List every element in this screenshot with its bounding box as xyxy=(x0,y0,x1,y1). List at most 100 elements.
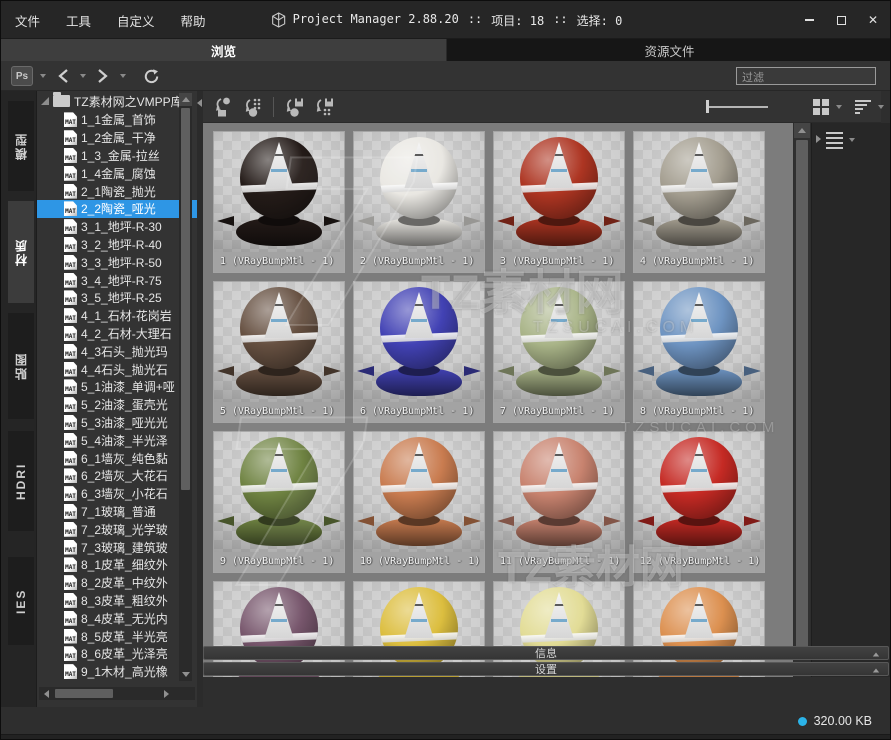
expand-triangle-icon[interactable] xyxy=(41,97,49,105)
tree-item[interactable]: MAT 8_5皮革_半光亮 xyxy=(37,627,197,645)
tree-item[interactable]: MAT 8_2皮革_中纹外 xyxy=(37,574,197,592)
material-thumbnail[interactable]: 6 (VRayBumpMtl - 1) xyxy=(353,281,485,423)
tree-item[interactable]: MAT 2_2陶瓷_哑光 xyxy=(37,199,197,218)
photoshop-dropdown-icon[interactable] xyxy=(40,74,46,78)
scroll-up-button[interactable] xyxy=(794,123,810,138)
tree-item[interactable]: MAT 5_4油漆_半光泽 xyxy=(37,431,197,449)
material-thumbnail[interactable]: 11 (VRayBumpMtl - 1) xyxy=(493,431,625,573)
pick-material-icon[interactable] xyxy=(241,95,265,119)
tree-item[interactable]: MAT 8_4皮革_无光内 xyxy=(37,609,197,627)
tree-item-label: 8_1皮革_细纹外 xyxy=(81,558,168,573)
tree-item[interactable]: MAT 5_1油漆_单调+哑 xyxy=(37,378,197,396)
tree-item[interactable]: MAT 6_2墙灰_大花石 xyxy=(37,467,197,485)
scroll-left-button[interactable] xyxy=(41,689,52,698)
side-tab-ies[interactable]: IES xyxy=(8,557,34,645)
scroll-up-button[interactable] xyxy=(179,93,192,106)
doc-tabbar: 浏览 资源文件 xyxy=(1,39,890,61)
sort-button[interactable] xyxy=(851,95,875,119)
tree-item[interactable]: MAT 8_1皮革_细纹外 xyxy=(37,556,197,574)
side-tab-maps[interactable]: 贴图 xyxy=(8,313,34,419)
material-thumbnail[interactable]: 7 (VRayBumpMtl - 1) xyxy=(493,281,625,423)
doc-tab[interactable]: 浏览 xyxy=(1,39,446,61)
menu-item[interactable]: 文件 xyxy=(15,11,40,30)
material-thumbnail[interactable]: 9 (VRayBumpMtl - 1) xyxy=(213,431,345,573)
tree-item[interactable]: MAT 4_4石头_抛光石 xyxy=(37,360,197,378)
tree-item[interactable]: MAT 3_3_地坪-R-50 xyxy=(37,253,197,271)
filter-input[interactable] xyxy=(737,70,875,86)
side-tab-model[interactable]: 模型 xyxy=(8,101,34,191)
forward-button[interactable] xyxy=(93,65,113,87)
doc-tab[interactable]: 资源文件 xyxy=(446,39,890,61)
maximize-button[interactable] xyxy=(830,10,852,30)
tree-item[interactable]: MAT 3_2_地坪-R-40 xyxy=(37,236,197,254)
material-sphere xyxy=(240,137,318,219)
tree-item[interactable]: MAT 5_3油漆_哑光光 xyxy=(37,414,197,432)
tree-item[interactable]: MAT 7_1玻璃_普通 xyxy=(37,503,197,521)
tree-item[interactable]: MAT 3_1_地坪-R-30 xyxy=(37,218,197,236)
grid-view-button[interactable] xyxy=(809,95,833,119)
scroll-thumb[interactable] xyxy=(796,140,808,652)
minimize-button[interactable] xyxy=(798,10,820,30)
material-thumbnail[interactable]: 1 (VRayBumpMtl - 1) xyxy=(213,131,345,273)
material-thumbnail[interactable]: 10 (VRayBumpMtl - 1) xyxy=(353,431,485,573)
menu-item[interactable]: 帮助 xyxy=(181,11,206,30)
tree-item[interactable]: MAT 8_6皮革_光泽亮 xyxy=(37,645,197,663)
tree-item[interactable]: MAT 3_5_地坪-R-25 xyxy=(37,289,197,307)
get-material-icon[interactable] xyxy=(211,95,235,119)
grid-view-dropdown-icon[interactable] xyxy=(836,105,842,109)
tree-item[interactable]: MAT 6_3墙灰_小花石 xyxy=(37,485,197,503)
photoshop-button[interactable]: Ps xyxy=(11,66,33,86)
refresh-button[interactable] xyxy=(141,65,161,87)
tree-item[interactable]: MAT 4_2_石材-大理石 xyxy=(37,325,197,343)
forward-dropdown-icon[interactable] xyxy=(120,74,126,78)
menu-item[interactable]: 工具 xyxy=(66,11,91,30)
tree-item[interactable]: MAT 4_3石头_抛光玛 xyxy=(37,342,197,360)
menubar: 文件 工具 自定义 帮助 xyxy=(15,1,206,39)
close-button[interactable]: ✕ xyxy=(862,10,884,30)
tree-root-folder[interactable]: TZ素材网之VMPP库 xyxy=(37,91,197,111)
slider-knob[interactable] xyxy=(706,100,709,113)
back-button[interactable] xyxy=(53,65,73,87)
back-dropdown-icon[interactable] xyxy=(80,74,86,78)
side-tab-hdri[interactable]: HDRI xyxy=(8,431,34,531)
tree-item[interactable]: MAT 1_1金属_首饰 xyxy=(37,111,197,129)
scroll-right-button[interactable] xyxy=(161,689,172,698)
scroll-down-button[interactable] xyxy=(179,668,192,681)
tree-item[interactable]: MAT 3_4_地坪-R-75 xyxy=(37,271,197,289)
side-tab-material[interactable]: 材质 xyxy=(8,201,34,303)
material-thumbnail[interactable]: 8 (VRayBumpMtl - 1) xyxy=(633,281,765,423)
right-panel-expand-icon[interactable] xyxy=(816,135,821,143)
tree-item[interactable]: MAT 1_4金属_腐蚀 xyxy=(37,164,197,182)
collapse-left-icon[interactable] xyxy=(197,99,202,107)
scroll-thumb[interactable] xyxy=(55,689,113,698)
tree-item[interactable]: MAT 1_2金属_干净 xyxy=(37,129,197,147)
tree-item[interactable]: MAT 7_2玻璃_光学玻 xyxy=(37,520,197,538)
right-panel-menu-button[interactable] xyxy=(826,129,858,152)
tree-item[interactable]: MAT 9_1木材_高光橡 xyxy=(37,663,197,681)
scroll-thumb[interactable] xyxy=(181,108,190,490)
mat-file-icon: MAT xyxy=(64,130,77,146)
info-panel-header[interactable]: 信息 xyxy=(203,646,889,660)
tree-item[interactable]: MAT 8_3皮革_粗纹外 xyxy=(37,592,197,610)
material-thumbnail[interactable]: 3 (VRayBumpMtl - 1) xyxy=(493,131,625,273)
tree-vscrollbar[interactable] xyxy=(179,93,192,681)
grid-vscrollbar[interactable] xyxy=(794,123,810,677)
material-thumbnail[interactable]: 4 (VRayBumpMtl - 1) xyxy=(633,131,765,273)
tree-item[interactable]: MAT 2_1陶瓷_抛光 xyxy=(37,182,197,200)
tree-item[interactable]: MAT 5_2油漆_蛋壳光 xyxy=(37,396,197,414)
tree-hscrollbar[interactable] xyxy=(39,687,195,700)
material-thumbnail[interactable]: 2 (VRayBumpMtl - 1) xyxy=(353,131,485,273)
material-thumbnail[interactable]: 5 (VRayBumpMtl - 1) xyxy=(213,281,345,423)
menu-item[interactable]: 自定义 xyxy=(117,11,155,30)
thumbnail-label: 6 (VRayBumpMtl - 1) xyxy=(354,402,484,422)
sort-dropdown-icon[interactable] xyxy=(878,105,884,109)
tree-item[interactable]: MAT 7_3玻璃_建筑玻 xyxy=(37,538,197,556)
update-preview-icon[interactable] xyxy=(282,95,306,119)
update-all-previews-icon[interactable] xyxy=(312,95,336,119)
tree-item[interactable]: MAT 4_1_石材-花岗岩 xyxy=(37,307,197,325)
material-thumbnail[interactable]: 12 (VRayBumpMtl - 1) xyxy=(633,431,765,573)
settings-panel-header[interactable]: 设置 xyxy=(203,662,889,676)
thumbnail-size-slider[interactable] xyxy=(706,100,768,113)
tree-item[interactable]: MAT 6_1墙灰_纯色黏 xyxy=(37,449,197,467)
tree-item[interactable]: MAT 1_3_金属-拉丝 xyxy=(37,147,197,165)
